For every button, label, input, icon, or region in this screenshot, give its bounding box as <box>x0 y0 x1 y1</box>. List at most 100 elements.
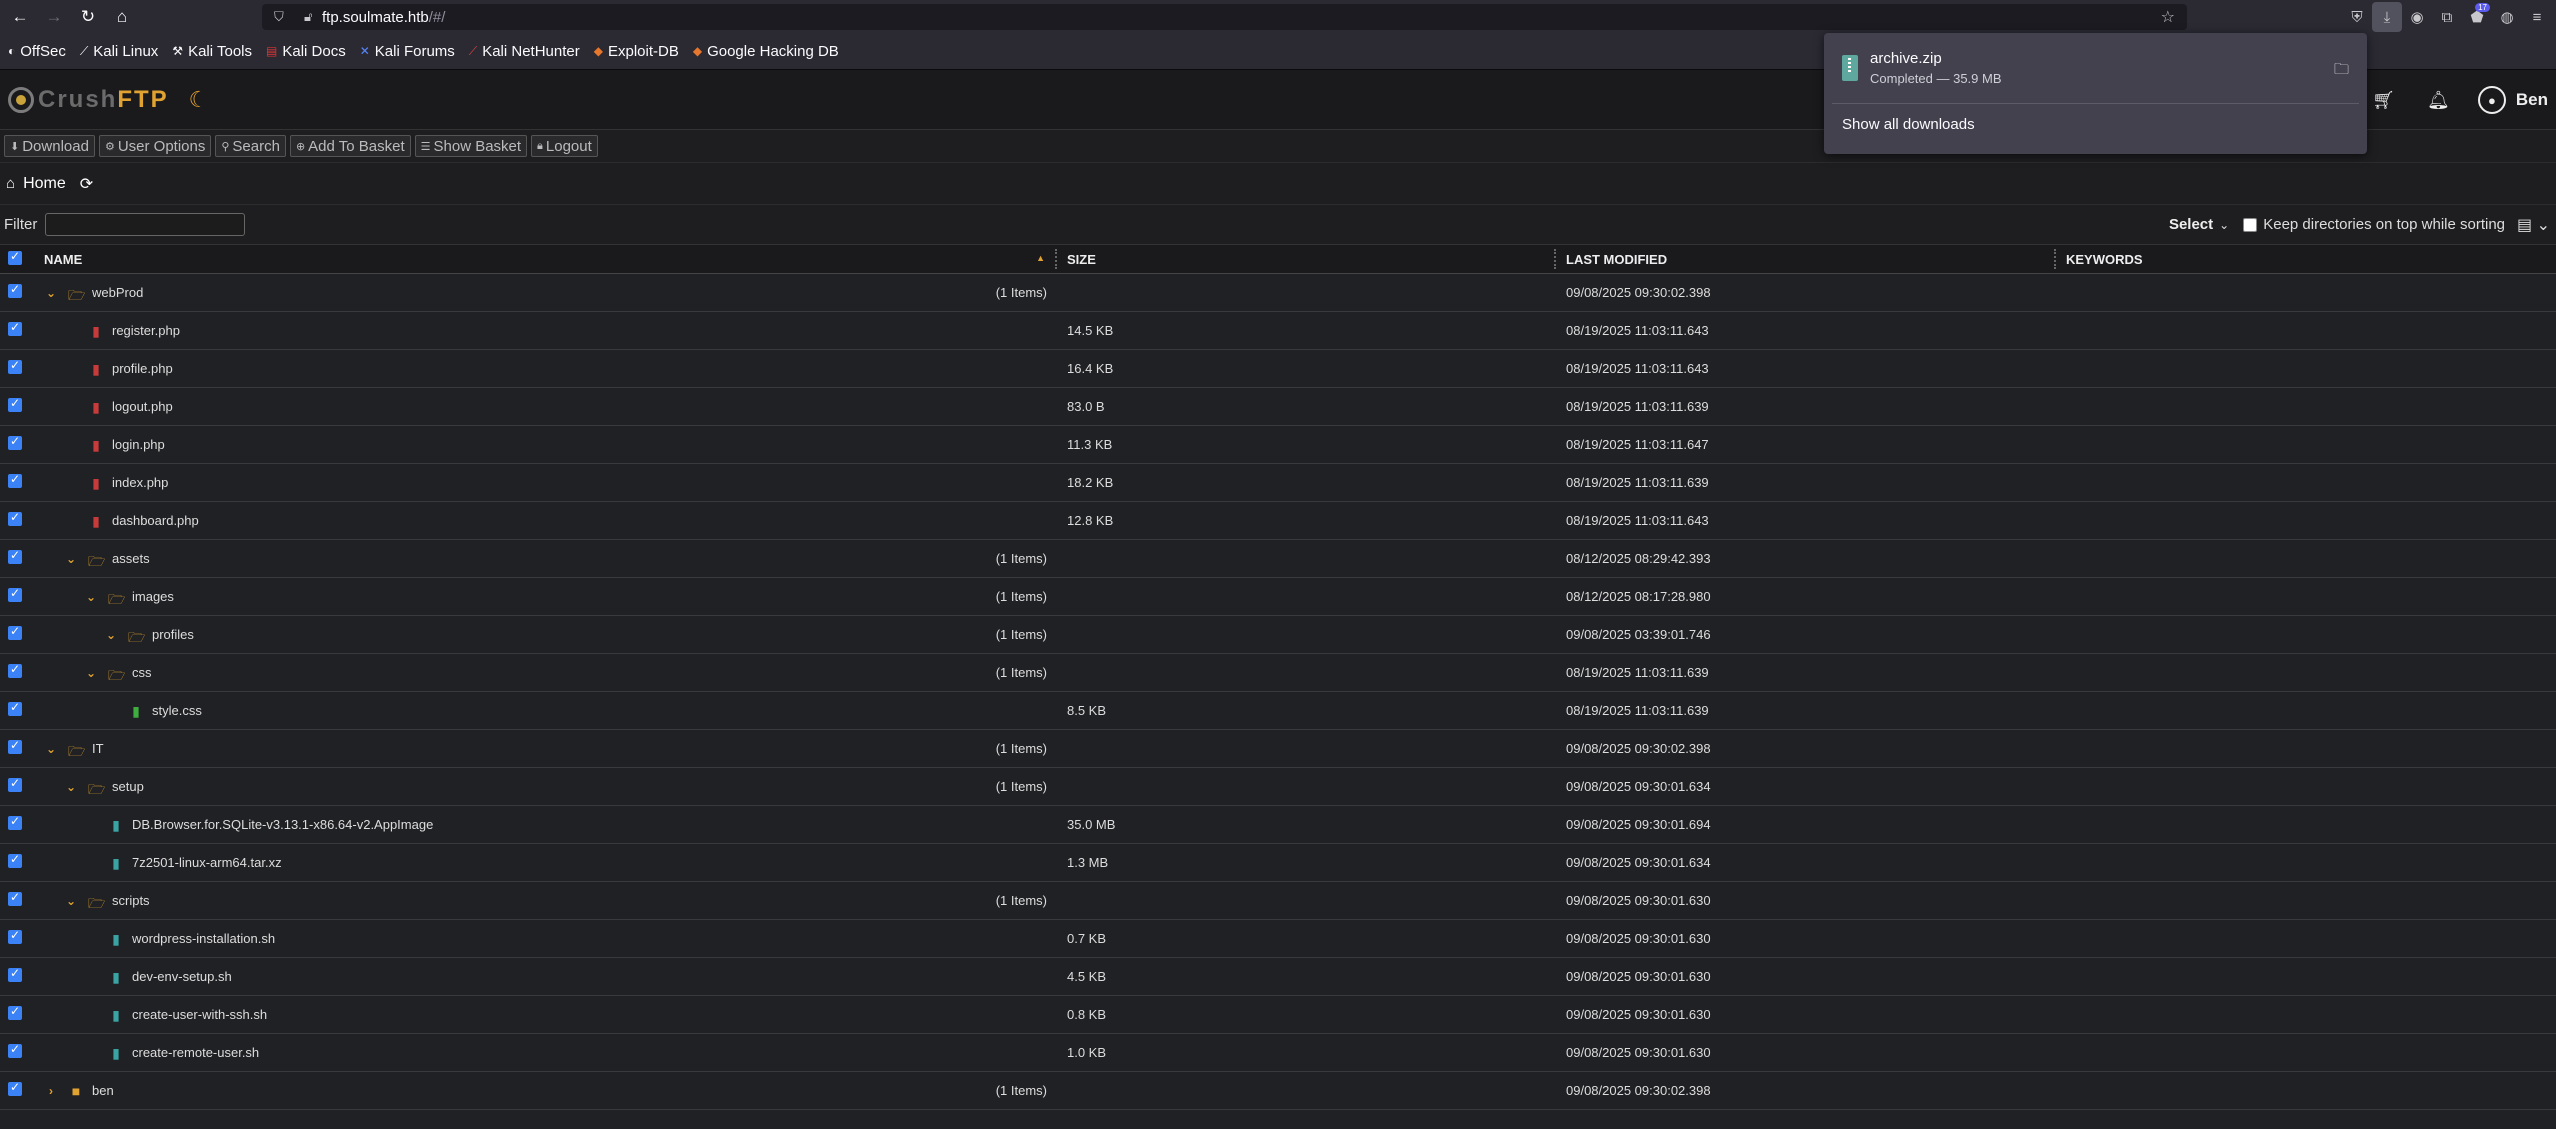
table-row[interactable]: ▮ logout.php 83.0 B 08/19/2025 11:03:11.6… <box>0 387 2556 426</box>
forward-button[interactable]: → <box>40 3 68 31</box>
file-name[interactable]: dashboard.php <box>112 513 199 528</box>
account-icon[interactable]: ◉ <box>2402 2 2432 32</box>
url-bar[interactable]: ⛉ 🔓︎ ftp.soulmate.htb/#/ ☆ <box>262 4 2187 30</box>
user-name[interactable]: Ben <box>2516 90 2548 110</box>
file-name[interactable]: dev-env-setup.sh <box>132 969 232 984</box>
chevron-down-icon[interactable]: ⌄ <box>44 742 58 756</box>
table-row[interactable]: ⌄ 🗁︎ setup (1 Items) 09/08/2025 09:30:01.63… <box>0 767 2556 806</box>
name-cell[interactable]: ⌄ 🗁︎ profiles (1 Items) <box>34 615 1057 654</box>
file-name[interactable]: scripts <box>112 893 150 908</box>
chevron-down-icon[interactable]: ⌄ <box>44 286 58 300</box>
name-cell[interactable]: ⌄ 🗁︎ scripts (1 Items) <box>34 881 1057 920</box>
row-checkbox[interactable] <box>8 662 22 678</box>
add-to-basket-button[interactable]: ⊕ Add To Basket <box>289 135 411 157</box>
table-row[interactable]: ⌄ 🗁︎ webProd (1 Items) 09/08/2025 09:30:02.… <box>0 273 2556 312</box>
dark-mode-moon-icon[interactable]: ☾ <box>189 87 209 113</box>
keep-dirs-checkbox[interactable] <box>2243 217 2258 232</box>
file-name[interactable]: DB.Browser.for.SQLite-v3.13.1-x86.64-v2.… <box>132 817 433 832</box>
breadcrumb-home[interactable]: Home <box>23 175 66 193</box>
name-cell[interactable]: ▮ logout.php <box>34 387 1057 426</box>
table-row[interactable]: ▮ index.php 18.2 KB 08/19/2025 11:03:11.6… <box>0 463 2556 502</box>
file-name[interactable]: ben <box>92 1083 114 1098</box>
name-cell[interactable]: ⌄ 🗁︎ IT (1 Items) <box>34 729 1057 768</box>
name-cell[interactable]: ▮ index.php <box>34 463 1057 502</box>
name-cell[interactable]: ▮ style.css <box>34 691 1057 730</box>
row-checkbox[interactable] <box>8 776 22 792</box>
search-button[interactable]: ⚲ Search <box>215 135 286 157</box>
file-name[interactable]: wordpress-installation.sh <box>132 931 275 946</box>
open-folder-icon[interactable]: 🗀︎ <box>2334 59 2349 84</box>
bookmark-kali-docs[interactable]: ▤ Kali Docs <box>266 43 346 60</box>
name-cell[interactable]: ▮ profile.php <box>34 349 1057 388</box>
extension-shield-icon[interactable]: ⬟ 17 <box>2462 2 2492 32</box>
extensions-icon[interactable]: ⧉ <box>2432 2 2462 32</box>
chevron-down-icon[interactable]: ⌄ <box>84 590 98 604</box>
bookmark-kali-linux[interactable]: ⟋ Kali Linux <box>80 43 158 60</box>
name-cell[interactable]: ⌄ 🗁︎ webProd (1 Items) <box>34 273 1057 312</box>
file-name[interactable]: assets <box>112 551 150 566</box>
file-name[interactable]: 7z2501-linux-arm64.tar.xz <box>132 855 282 870</box>
file-name[interactable]: register.php <box>112 323 180 338</box>
row-checkbox[interactable] <box>8 814 22 830</box>
bookmark-exploit-db[interactable]: ◆ Exploit-DB <box>594 43 679 60</box>
chevron-down-icon[interactable]: ⌄ <box>64 780 78 794</box>
name-cell[interactable]: ⌄ 🗁︎ assets (1 Items) <box>34 539 1057 578</box>
file-name[interactable]: setup <box>112 779 144 794</box>
show-basket-button[interactable]: ☰ Show Basket <box>414 135 528 157</box>
name-cell[interactable]: ▮ register.php <box>34 311 1057 350</box>
file-name[interactable]: create-remote-user.sh <box>132 1045 259 1060</box>
row-checkbox[interactable] <box>8 1004 22 1020</box>
user-avatar-icon[interactable]: ● <box>2477 86 2506 114</box>
name-cell[interactable]: › ■ ben (1 Items) <box>34 1071 1057 1110</box>
table-row[interactable]: ▮ profile.php 16.4 KB 08/19/2025 11:03:11… <box>0 349 2556 388</box>
file-name[interactable]: images <box>132 589 174 604</box>
name-cell[interactable]: ⌄ 🗁︎ images (1 Items) <box>34 577 1057 616</box>
name-cell[interactable]: ▮ login.php <box>34 425 1057 464</box>
table-row[interactable]: ⌄ 🗁︎ assets (1 Items) 08/12/2025 08:29:42.3… <box>0 539 2556 578</box>
row-checkbox[interactable] <box>8 738 22 754</box>
reload-button[interactable]: ↻ <box>74 3 102 31</box>
table-row[interactable]: ▮ 7z2501-linux-arm64.tar.xz 1.3 MB 09/08/… <box>0 843 2556 882</box>
row-checkbox[interactable] <box>8 320 22 336</box>
refresh-icon[interactable]: ⟳ <box>80 174 93 194</box>
file-name[interactable]: IT <box>92 741 104 756</box>
name-cell[interactable]: ▮ create-remote-user.sh <box>34 1033 1057 1072</box>
row-checkbox[interactable] <box>8 852 22 868</box>
download-button[interactable]: ⬇ Download <box>4 135 95 157</box>
row-checkbox[interactable] <box>8 1042 22 1058</box>
filter-input[interactable] <box>45 213 246 236</box>
show-all-downloads-button[interactable]: Show all downloads <box>1824 104 2367 144</box>
chevron-down-icon[interactable]: ⌄ <box>64 894 78 908</box>
basket-cart-icon[interactable]: 🛒︎ <box>2372 90 2395 111</box>
name-cell[interactable]: ▮ 7z2501-linux-arm64.tar.xz <box>34 843 1057 882</box>
table-row[interactable]: ⌄ 🗁︎ scripts (1 Items) 09/08/2025 09:30:01.… <box>0 881 2556 920</box>
table-row[interactable]: ▮ create-user-with-ssh.sh 0.8 KB 09/08/20… <box>0 995 2556 1034</box>
menu-icon[interactable]: ≡ <box>2522 2 2552 32</box>
bookmark-star-icon[interactable]: ☆ <box>2161 7 2175 27</box>
view-toggle-icon[interactable]: ▤ ⌄ <box>2517 215 2550 235</box>
chevron-down-icon[interactable]: ⌄ <box>84 666 98 680</box>
row-checkbox[interactable] <box>8 472 22 488</box>
row-checkbox[interactable] <box>8 966 22 982</box>
row-checkbox[interactable] <box>8 358 22 374</box>
file-name[interactable]: css <box>132 665 152 680</box>
name-column-header[interactable]: NAME ▲ <box>34 244 1057 274</box>
name-cell[interactable]: ▮ wordpress-installation.sh <box>34 919 1057 958</box>
table-row[interactable]: ⌄ 🗁︎ IT (1 Items) 09/08/2025 09:30:02.398 <box>0 729 2556 768</box>
bookmark-kali-nethunter[interactable]: ⟋ Kali NetHunter <box>469 43 580 60</box>
file-name[interactable]: index.php <box>112 475 168 490</box>
file-name[interactable]: webProd <box>92 285 143 300</box>
pocket-icon[interactable]: ⛨ <box>2342 2 2372 32</box>
name-cell[interactable]: ▮ DB.Browser.for.SQLite-v3.13.1-x86.64-v2… <box>34 805 1057 844</box>
bookmark-kali-tools[interactable]: ⚒ Kali Tools <box>172 43 252 60</box>
row-checkbox[interactable] <box>8 548 22 564</box>
file-name[interactable]: logout.php <box>112 399 173 414</box>
row-checkbox[interactable] <box>8 1080 22 1096</box>
chevron-down-icon[interactable]: ⌄ <box>2219 218 2229 232</box>
notification-bell-icon[interactable]: 🔔︎ <box>2427 90 2450 111</box>
chevron-right-icon[interactable]: › <box>44 1084 58 1098</box>
lock-icon[interactable]: 🔓︎ <box>304 9 322 25</box>
name-cell[interactable]: ⌄ 🗁︎ setup (1 Items) <box>34 767 1057 806</box>
name-cell[interactable]: ▮ create-user-with-ssh.sh <box>34 995 1057 1034</box>
file-name[interactable]: create-user-with-ssh.sh <box>132 1007 267 1022</box>
